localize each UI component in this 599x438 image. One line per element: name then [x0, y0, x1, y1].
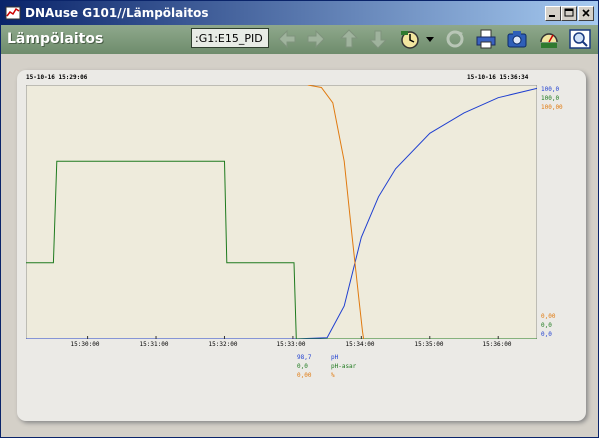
legend-value: 98,7 [297, 354, 312, 361]
legend-item-ph-asar[interactable]: 0,0 pH-asar [297, 363, 356, 371]
forward-arrow-icon[interactable] [304, 28, 328, 50]
right-axis-top-ph-asar: 100,0 [541, 95, 560, 102]
down-arrow-icon[interactable] [366, 28, 390, 50]
right-axis-top-percent: 100,00 [541, 104, 563, 111]
legend-name: pH-asar [331, 363, 357, 370]
app-window: DNAuse G101//Lämpölaitos Lämpölaitos:G1… [0, 0, 599, 438]
legend-name: % [331, 372, 335, 379]
end-timestamp: 15-10-16 15:36:34 [467, 74, 529, 81]
legend-name: pH [331, 354, 339, 361]
camera-icon[interactable] [505, 28, 529, 50]
legend-value: 0,0 [297, 363, 308, 370]
legend-value: 0,00 [297, 372, 312, 379]
right-axis-bottom-percent: 0,00 [541, 313, 556, 320]
gauge-settings-icon[interactable] [537, 28, 561, 50]
x-tick-label: 15:34:00 [345, 341, 375, 348]
plot-area [26, 85, 537, 339]
chevron-down-icon[interactable] [424, 28, 436, 50]
toolbar: Lämpölaitos [1, 25, 598, 54]
title-bar[interactable]: DNAuse G101//Lämpölaitos [1, 1, 598, 25]
right-axis-top-ph: 100,0 [541, 86, 560, 93]
printer-icon[interactable] [474, 28, 498, 50]
maximize-button[interactable] [561, 6, 577, 21]
x-tick-label: 15:36:00 [482, 341, 512, 348]
x-tick-label: 15:32:00 [208, 341, 238, 348]
window-title: DNAuse G101//Lämpölaitos [25, 6, 209, 20]
up-arrow-icon[interactable] [337, 28, 361, 50]
x-tick-label: 15:31:00 [139, 341, 169, 348]
start-timestamp: 15-10-16 15:29:06 [26, 74, 88, 81]
address-input[interactable] [191, 28, 269, 48]
trend-chart[interactable] [26, 85, 537, 339]
x-tick-label: 15:30:00 [70, 341, 100, 348]
right-axis-bottom-ph: 0,0 [541, 331, 552, 338]
x-tick-label: 15:33:00 [276, 341, 306, 348]
refresh-icon[interactable] [443, 28, 467, 50]
toolbar-title: Lämpölaitos [7, 31, 104, 47]
close-button[interactable] [578, 6, 594, 21]
legend-item-ph[interactable]: 98,7 pH [297, 354, 338, 362]
zoom-window-icon[interactable] [568, 28, 592, 50]
right-axis-bottom-ph-asar: 0,0 [541, 322, 552, 329]
x-tick-label: 15:35:00 [414, 341, 444, 348]
app-icon [5, 5, 21, 21]
legend-item-percent[interactable]: 0,00% [297, 372, 335, 380]
back-arrow-icon[interactable] [275, 28, 299, 50]
minimize-button[interactable] [545, 6, 561, 21]
history-clock-icon[interactable] [398, 28, 422, 50]
